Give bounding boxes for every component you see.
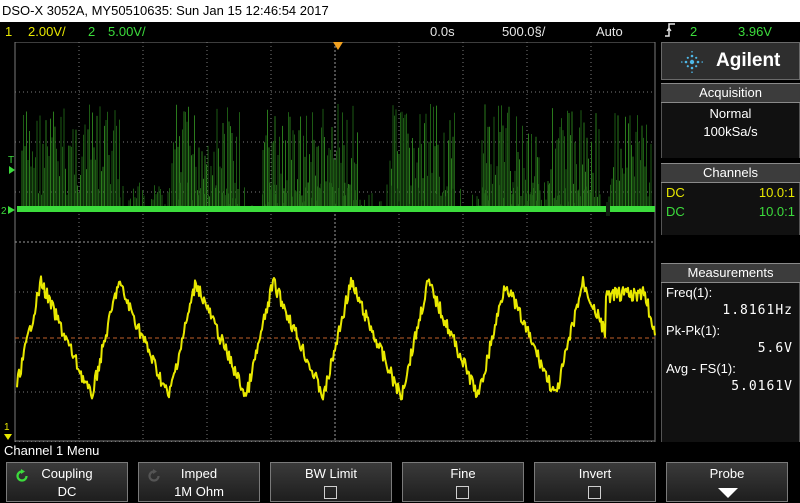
trigger-source[interactable]: 2 — [690, 22, 697, 42]
softkey-title: Invert — [578, 466, 612, 481]
ch2-probe-ratio: 10.0:1 — [758, 204, 795, 219]
status-bar: 1 2.00V/ 2 5.00V/ 0.0s 500.0§/ Auto 2 3.… — [0, 22, 800, 42]
sample-rate: 100kSa/s — [703, 124, 758, 139]
measurements-panel[interactable]: Freq(1): 1.8161Hz Pk-Pk(1): 5.6V Avg - F… — [661, 283, 800, 442]
softkey-title: Imped — [180, 466, 218, 481]
brand-logo: Agilent — [661, 42, 800, 80]
invert-softkey[interactable]: Invert — [534, 462, 656, 502]
channel-row-2[interactable]: DC 10.0:1 — [666, 204, 795, 222]
softkey-title: Coupling — [41, 466, 93, 481]
channel-row-1[interactable]: DC 10.0:1 — [666, 185, 795, 203]
bw-limit-checkbox[interactable] — [324, 486, 337, 499]
ch2-number[interactable]: 2 — [88, 22, 95, 42]
agilent-spark-icon — [681, 51, 703, 73]
measurement-value: 1.8161Hz — [722, 303, 793, 318]
time-delay[interactable]: 0.0s — [430, 22, 455, 42]
measurements-header: Measurements — [661, 263, 800, 283]
trigger-mode[interactable]: Auto — [596, 22, 623, 42]
channel-2-noise-trace — [21, 104, 652, 206]
softkey-title: Fine — [450, 466, 476, 481]
softkey-value: DC — [57, 484, 77, 499]
bw-limit-softkey[interactable]: BW Limit — [270, 462, 392, 502]
ch2-ground-label: 2 — [1, 206, 7, 217]
measurement-value: 5.6V — [757, 341, 793, 356]
time-scale[interactable]: 500.0§/ — [502, 22, 545, 42]
invert-checkbox[interactable] — [588, 486, 601, 499]
fine-checkbox[interactable] — [456, 486, 469, 499]
ch2-coupling: DC — [666, 204, 685, 219]
softkey-title: Probe — [709, 466, 745, 481]
coupling-softkey[interactable]: Coupling DC — [6, 462, 128, 502]
acquisition-mode: Normal — [709, 106, 752, 121]
instrument-title: DSO-X 3052A, MY50510635: Sun Jan 15 12:4… — [2, 3, 329, 18]
softkey-value: 1M Ohm — [174, 484, 224, 499]
trigger-level[interactable]: 3.96V — [738, 22, 772, 42]
channel-2-glitch — [606, 202, 610, 216]
menu-title: Channel 1 Menu — [4, 443, 100, 458]
trigger-level-marker[interactable] — [9, 166, 15, 174]
ch2-ground-marker[interactable] — [8, 206, 15, 214]
ch1-scale[interactable]: 2.00V/ — [28, 22, 66, 42]
ch1-probe-ratio: 10.0:1 — [758, 185, 795, 200]
brand-name: Agilent — [716, 50, 781, 71]
ch1-ground-marker[interactable] — [4, 434, 12, 440]
title-bar: DSO-X 3052A, MY50510635: Sun Jan 15 12:4… — [0, 0, 800, 22]
channels-panel[interactable]: DC 10.0:1 DC 10.0:1 — [661, 183, 800, 235]
measurement-label: Pk-Pk(1): — [666, 323, 721, 338]
fine-softkey[interactable]: Fine — [402, 462, 524, 502]
arrow-down-icon — [718, 488, 738, 498]
softkey-title: BW Limit — [305, 466, 357, 481]
ch1-number[interactable]: 1 — [5, 22, 12, 42]
channel-2-trace — [17, 206, 655, 212]
trigger-edge-icon — [664, 22, 676, 44]
ch2-scale[interactable]: 5.00V/ — [108, 22, 146, 42]
measurement-label: Avg - FS(1): — [666, 361, 736, 376]
channel-1-trace — [16, 275, 656, 401]
measurement-label: Freq(1): — [666, 285, 713, 300]
waveform-display[interactable]: T 2 1 — [0, 42, 660, 442]
probe-softkey[interactable]: Probe — [666, 462, 788, 502]
channels-header: Channels — [661, 163, 800, 183]
ch1-coupling: DC — [666, 185, 685, 200]
acquisition-panel[interactable]: Normal 100kSa/s — [661, 103, 800, 158]
ch1-ground-label: 1 — [4, 422, 10, 433]
trigger-level-label: T — [8, 155, 14, 166]
measurement-value: 5.0161V — [731, 379, 793, 394]
right-panel: Agilent Acquisition Normal 100kSa/s Chan… — [661, 42, 800, 442]
acquisition-header: Acquisition — [661, 83, 800, 103]
impedance-softkey[interactable]: Imped 1M Ohm — [138, 462, 260, 502]
